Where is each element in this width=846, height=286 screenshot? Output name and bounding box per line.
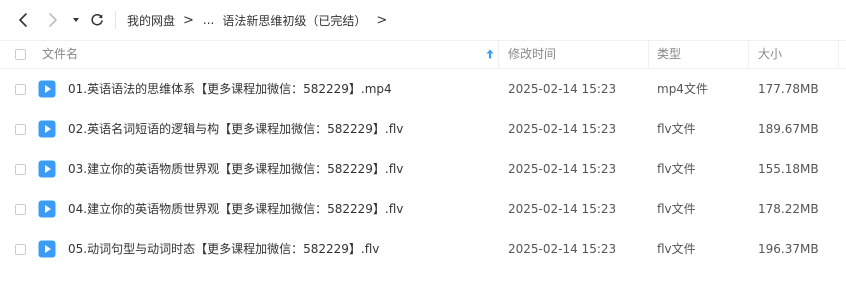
- select-all-checkbox[interactable]: [15, 49, 26, 60]
- column-header-size[interactable]: 大小: [758, 41, 782, 68]
- chevron-left-icon: [19, 13, 27, 27]
- video-file-icon: [38, 240, 56, 258]
- file-name[interactable]: 05.动词句型与动词时态【更多课程加微信：582229】.flv: [68, 229, 379, 269]
- file-type: flv文件: [657, 122, 696, 136]
- file-modified-time: 2025-02-14 15:23: [508, 82, 617, 96]
- file-name[interactable]: 02.英语名词短语的逻辑与构【更多课程加微信：582229】.flv: [68, 109, 403, 149]
- sort-up-icon[interactable]: [484, 48, 496, 60]
- table-row[interactable]: 02.英语名词短语的逻辑与构【更多课程加微信：582229】.flv 2025-…: [0, 109, 846, 149]
- file-name[interactable]: 03.建立你的英语物质世界观【更多课程加微信：582229】.flv: [68, 149, 403, 189]
- caret-down-icon: [73, 18, 79, 22]
- chevron-right-icon: [49, 13, 57, 27]
- refresh-icon: [91, 13, 103, 26]
- breadcrumb-separator: >: [183, 12, 194, 28]
- refresh-button[interactable]: [85, 8, 109, 32]
- file-size: 196.37MB: [758, 242, 819, 256]
- file-type: flv文件: [657, 202, 696, 216]
- file-size: 178.22MB: [758, 202, 819, 216]
- file-size: 155.18MB: [758, 162, 819, 176]
- toolbar-divider: [115, 11, 116, 29]
- breadcrumb: 我的网盘 > ... 语法新思维初级（已完结） >: [127, 0, 387, 40]
- row-checkbox[interactable]: [15, 204, 26, 215]
- breadcrumb-current-folder[interactable]: 语法新思维初级（已完结）: [222, 12, 366, 29]
- navigation-bar: 我的网盘 > ... 语法新思维初级（已完结） >: [0, 0, 846, 40]
- row-checkbox[interactable]: [15, 124, 26, 135]
- column-header-type[interactable]: 类型: [657, 41, 681, 68]
- file-modified-time: 2025-02-14 15:23: [508, 202, 617, 216]
- file-modified-time: 2025-02-14 15:23: [508, 162, 617, 176]
- forward-button[interactable]: [41, 8, 65, 32]
- video-file-icon: [38, 200, 56, 218]
- breadcrumb-root[interactable]: 我的网盘: [127, 12, 175, 29]
- table-row[interactable]: 05.动词句型与动词时态【更多课程加微信：582229】.flv 2025-02…: [0, 229, 846, 269]
- file-size: 177.78MB: [758, 82, 819, 96]
- file-name[interactable]: 01.英语语法的思维体系【更多课程加微信：582229】.mp4: [68, 69, 392, 109]
- back-button[interactable]: [11, 8, 35, 32]
- file-list-header: 文件名 修改时间 类型 大小: [0, 40, 846, 69]
- column-header-name[interactable]: 文件名: [42, 41, 78, 68]
- video-file-icon: [38, 80, 56, 98]
- column-divider[interactable]: [748, 41, 749, 68]
- file-list: 01.英语语法的思维体系【更多课程加微信：582229】.mp4 2025-02…: [0, 69, 846, 269]
- table-row[interactable]: 01.英语语法的思维体系【更多课程加微信：582229】.mp4 2025-02…: [0, 69, 846, 109]
- row-checkbox[interactable]: [15, 164, 26, 175]
- file-modified-time: 2025-02-14 15:23: [508, 122, 617, 136]
- video-file-icon: [38, 160, 56, 178]
- table-row[interactable]: 03.建立你的英语物质世界观【更多课程加微信：582229】.flv 2025-…: [0, 149, 846, 189]
- column-divider[interactable]: [648, 41, 649, 68]
- breadcrumb-ellipsis[interactable]: ...: [203, 13, 214, 27]
- table-row[interactable]: 04.建立你的英语物质世界观【更多课程加微信：582229】.flv 2025-…: [0, 189, 846, 229]
- video-file-icon: [38, 120, 56, 138]
- file-type: mp4文件: [657, 82, 708, 96]
- column-header-modified[interactable]: 修改时间: [508, 41, 556, 68]
- column-divider[interactable]: [498, 41, 499, 68]
- file-type: flv文件: [657, 162, 696, 176]
- column-divider[interactable]: [838, 41, 839, 68]
- row-checkbox[interactable]: [15, 244, 26, 255]
- breadcrumb-expand-separator[interactable]: >: [376, 13, 387, 28]
- file-type: flv文件: [657, 242, 696, 256]
- file-size: 189.67MB: [758, 122, 819, 136]
- file-name[interactable]: 04.建立你的英语物质世界观【更多课程加微信：582229】.flv: [68, 189, 403, 229]
- file-modified-time: 2025-02-14 15:23: [508, 242, 617, 256]
- row-checkbox[interactable]: [15, 84, 26, 95]
